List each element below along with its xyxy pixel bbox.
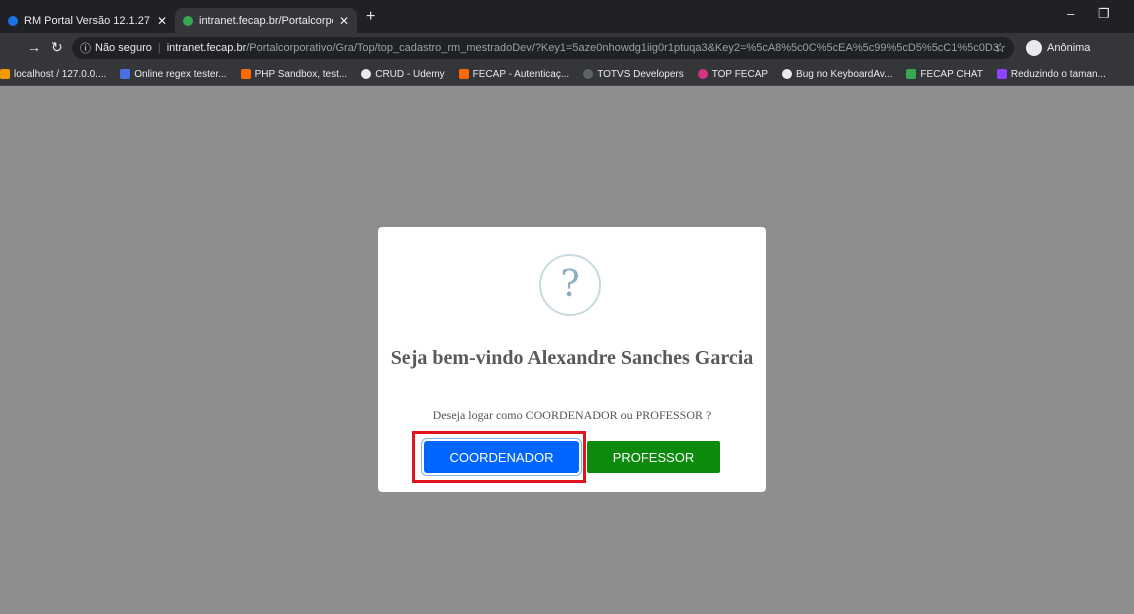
rm-portal-favicon-icon xyxy=(8,15,18,26)
bookmark-favicon-icon xyxy=(240,69,251,79)
bookmark-favicon-icon xyxy=(361,69,372,79)
professor-button[interactable]: PROFESSOR xyxy=(587,441,720,473)
bookmark-label: localhost / 127.0.0.... xyxy=(14,68,107,80)
new-tab-button[interactable]: + xyxy=(366,8,375,26)
bookmark-favicon-icon xyxy=(0,69,10,79)
tab-title: intranet.fecap.br/Portalcorporati xyxy=(199,14,333,27)
tab-intranet[interactable]: intranet.fecap.br/Portalcorporati ✕ xyxy=(175,8,357,33)
bookmark-favicon-icon xyxy=(906,69,917,79)
bookmark-favicon-icon xyxy=(996,69,1007,79)
bookmark-label: TOTVS Developers xyxy=(597,68,684,80)
bookmark-label: TOP FECAP xyxy=(711,68,769,80)
address-bar[interactable]: ⓘ Não seguro | intranet.fecap.br /Portal… xyxy=(72,37,1014,59)
github-icon xyxy=(782,69,793,79)
bookmark-favicon-icon xyxy=(697,69,708,79)
bookmark-star-icon[interactable]: ☆ xyxy=(994,40,1006,56)
bookmark-label: CRUD - Udemy xyxy=(375,68,445,80)
url-host: intranet.fecap.br xyxy=(166,42,247,54)
bookmark-favicon-icon xyxy=(583,69,594,79)
browser-toolbar: → ↻ ⓘ Não seguro | intranet.fecap.br /Po… xyxy=(0,33,1134,63)
bookmark-item[interactable]: localhost / 127.0.0.... xyxy=(0,69,106,80)
incognito-icon xyxy=(1026,40,1042,56)
address-separator: | xyxy=(157,42,161,54)
bookmark-item[interactable]: FECAP - Autenticaç... xyxy=(458,68,570,80)
bookmark-item[interactable]: TOP FECAP xyxy=(697,68,769,80)
reload-icon[interactable]: ↻ xyxy=(51,39,63,56)
url-path: /Portalcorporativo/Gra/Top/top_cadastro_… xyxy=(246,42,999,54)
bookmark-item[interactable]: Reduzindo o taman... xyxy=(996,68,1106,80)
info-icon[interactable]: ⓘ xyxy=(80,40,91,56)
bookmark-favicon-icon xyxy=(458,69,469,79)
bookmark-item[interactable]: CRUD - Udemy xyxy=(361,68,445,80)
security-status[interactable]: Não seguro xyxy=(95,42,152,54)
bookmark-item[interactable]: FECAP CHAT xyxy=(906,68,983,80)
coordinator-button[interactable]: COORDENADOR xyxy=(424,441,579,473)
profile-button[interactable]: Anônima xyxy=(1026,37,1090,59)
tab-title: RM Portal Versão 12.1.27.132 xyxy=(24,14,151,27)
bookmark-label: Online regex tester... xyxy=(134,68,227,80)
dialog-title: Seja bem-vindo Alexandre Sanches Garcia xyxy=(390,347,754,369)
forward-arrow-icon[interactable]: → xyxy=(27,39,41,55)
page-overlay: ? Seja bem-vindo Alexandre Sanches Garci… xyxy=(0,86,1134,614)
bookmark-label: FECAP - Autenticaç... xyxy=(472,68,570,80)
minimize-icon[interactable]: – xyxy=(1067,6,1074,21)
restore-icon[interactable]: ❐ xyxy=(1098,6,1110,22)
bookmark-item[interactable]: PHP Sandbox, test... xyxy=(240,68,348,80)
fecap-favicon-icon xyxy=(183,15,193,26)
bookmark-item[interactable]: TOTVS Developers xyxy=(583,69,684,80)
bookmark-favicon-icon xyxy=(120,69,131,79)
bookmark-label: Reduzindo o taman... xyxy=(1010,68,1106,80)
browser-tab-bar: RM Portal Versão 12.1.27.132 ✕ intranet.… xyxy=(0,0,1134,33)
dialog-question: Deseja logar como COORDENADOR ou PROFESS… xyxy=(432,408,712,422)
close-tab-icon[interactable]: ✕ xyxy=(157,14,167,28)
tab-rm-portal[interactable]: RM Portal Versão 12.1.27.132 ✕ xyxy=(0,8,175,33)
bookmark-label: PHP Sandbox, test... xyxy=(254,68,348,80)
bookmarks-bar: localhost / 127.0.0.... Online regex tes… xyxy=(0,63,1134,86)
close-tab-icon[interactable]: ✕ xyxy=(339,14,349,28)
bookmark-label: FECAP CHAT xyxy=(920,68,983,80)
login-role-dialog: ? Seja bem-vindo Alexandre Sanches Garci… xyxy=(378,227,766,492)
bookmark-label: Bug no KeyboardAv... xyxy=(796,68,893,80)
profile-label: Anônima xyxy=(1047,42,1091,54)
bookmark-item[interactable]: Bug no KeyboardAv... xyxy=(782,69,892,80)
bookmark-item[interactable]: Online regex tester... xyxy=(120,68,227,80)
question-icon: ? xyxy=(539,254,601,316)
